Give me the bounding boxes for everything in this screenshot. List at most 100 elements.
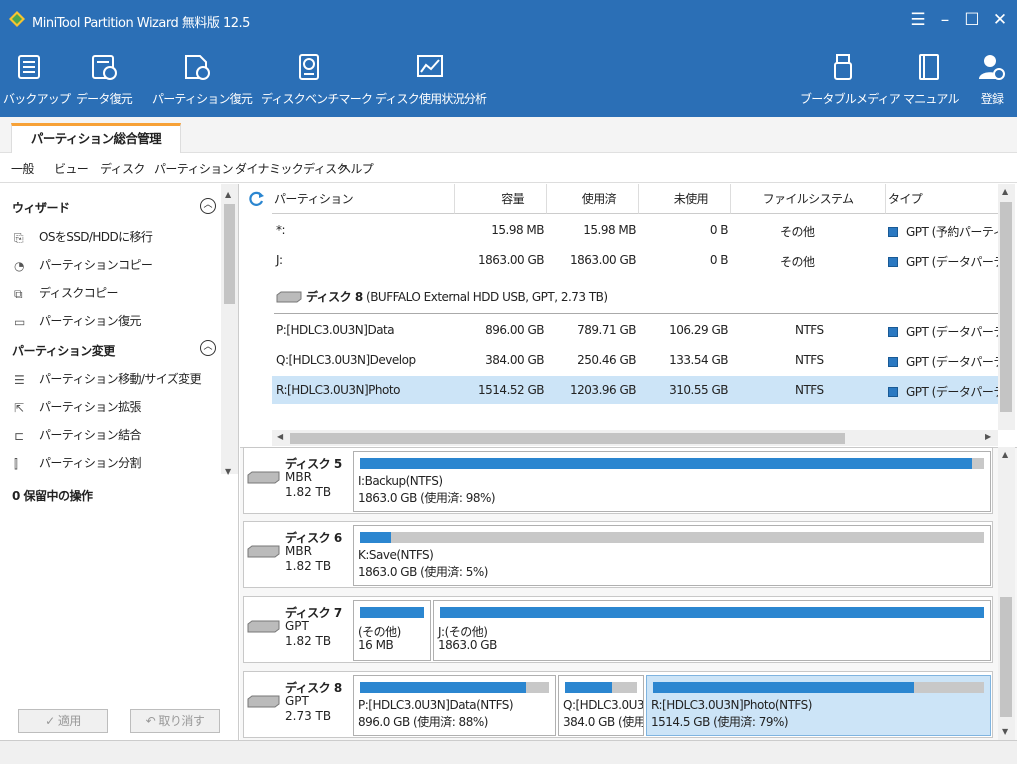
usage-bar bbox=[360, 532, 984, 543]
column-used[interactable]: 使用済 bbox=[547, 184, 639, 214]
usage-bar bbox=[653, 682, 984, 693]
space-analyzer-icon bbox=[417, 55, 443, 77]
sidebar-item-extend[interactable]: ⇱ パーティション拡張 bbox=[14, 398, 141, 415]
row-used: 1863.00 GB bbox=[570, 253, 636, 267]
backup-icon bbox=[18, 55, 40, 79]
menu-help[interactable]: ヘルプ bbox=[339, 160, 374, 177]
sidebar-item-partition-recovery[interactable]: ▭ パーティション復元 bbox=[14, 312, 141, 329]
disk-8-label[interactable]: ディスク 8 GPT 2.73 TB bbox=[244, 672, 353, 737]
sidebar-item-migrate-os[interactable]: ⎘ OSをSSD/HDDに移行 bbox=[14, 228, 153, 245]
table-row[interactable]: J: 1863.00 GB 1863.00 GB 0 B その他 GPT (デー… bbox=[272, 246, 1005, 274]
partition-label: I:Backup(NTFS) bbox=[358, 474, 443, 488]
collapse-wizard-icon[interactable]: ︿ bbox=[200, 198, 216, 214]
sidebar-item-label: OSをSSD/HDDに移行 bbox=[39, 230, 153, 244]
menu-general[interactable]: 一般 bbox=[11, 160, 34, 177]
partition-block[interactable]: (その他) 16 MB bbox=[353, 600, 431, 661]
disk-5-row[interactable]: ディスク 5 MBR 1.82 TB I:Backup(NTFS) 1863.0… bbox=[243, 447, 993, 514]
partition-detail: 16 MB bbox=[358, 638, 394, 652]
partition-change-section-title: パーティション変更 bbox=[12, 344, 115, 358]
collapse-partition-change-icon[interactable]: ︿ bbox=[200, 340, 216, 356]
menu-disk[interactable]: ディスク bbox=[100, 160, 145, 177]
tab-bar: パーティション総合管理 bbox=[0, 117, 1017, 154]
sidebar-item-copy-disk[interactable]: ⧉ ディスクコピー bbox=[14, 284, 119, 301]
manual-button[interactable]: マニュアル bbox=[903, 52, 959, 112]
bootable-media-button[interactable]: ブータブルメディア bbox=[800, 52, 901, 112]
row-filesystem: その他 bbox=[780, 225, 815, 239]
row-name: *: bbox=[276, 223, 286, 237]
menu-partition[interactable]: パーティション bbox=[154, 160, 234, 177]
copy-disk-icon: ⧉ bbox=[14, 286, 23, 301]
partition-block[interactable]: K:Save(NTFS) 1863.0 GB (使用済: 5%) bbox=[353, 525, 991, 586]
partition-block-selected[interactable]: R:[HDLC3.0U3N]Photo(NTFS) 1514.5 GB (使用済… bbox=[646, 675, 991, 736]
row-type: GPT (データパーテ bbox=[906, 385, 1005, 399]
column-partition[interactable]: パーティション bbox=[272, 184, 455, 214]
partition-block[interactable]: J:(その他) 1863.0 GB bbox=[433, 600, 991, 661]
disk-type: MBR bbox=[285, 544, 312, 558]
sidebar-item-split[interactable]: ⫿ パーティション分割 bbox=[14, 454, 141, 471]
column-filesystem[interactable]: ファイルシステム bbox=[731, 184, 886, 214]
row-capacity: 15.98 MB bbox=[491, 223, 544, 237]
disk-8-row[interactable]: ディスク 8 GPT 2.73 TB P:[HDLC3.0U3N]Data(NT… bbox=[243, 671, 993, 738]
apply-button[interactable]: ✓ 適用 bbox=[18, 709, 108, 733]
menu-dynamic-disk[interactable]: ダイナミックディスク bbox=[235, 160, 349, 177]
space-analyzer-button[interactable]: ディスク使用状況分析 bbox=[375, 52, 487, 112]
partition-recovery-button[interactable]: パーティション復元 bbox=[152, 52, 253, 112]
usage-bar bbox=[440, 607, 984, 618]
window-title: MiniTool Partition Wizard 無料版 12.5 bbox=[32, 16, 250, 31]
usage-bar bbox=[360, 607, 424, 618]
maximize-button[interactable]: ☐ bbox=[960, 8, 984, 32]
menu-icon[interactable]: ☰ bbox=[906, 8, 930, 32]
sidebar-scroll-thumb[interactable] bbox=[224, 204, 235, 304]
undo-button[interactable]: ↶ 取り消す bbox=[130, 709, 220, 733]
partition-block[interactable]: Q:[HDLC3.0U3 384.0 GB (使用 bbox=[558, 675, 644, 736]
partition-block[interactable]: I:Backup(NTFS) 1863.0 GB (使用済: 98%) bbox=[353, 451, 991, 512]
table-row[interactable]: P:[HDLC3.0U3N]Data 896.00 GB 789.71 GB 1… bbox=[272, 316, 1005, 344]
minimize-button[interactable]: – bbox=[933, 8, 957, 32]
partition-color-icon bbox=[888, 387, 898, 397]
disk-6-row[interactable]: ディスク 6 MBR 1.82 TB K:Save(NTFS) 1863.0 G… bbox=[243, 521, 993, 588]
refresh-icon[interactable] bbox=[247, 190, 265, 208]
backup-button[interactable]: バックアップ bbox=[3, 52, 71, 112]
partition-label: P:[HDLC3.0U3N]Data(NTFS) bbox=[358, 698, 514, 712]
sidebar-item-copy-partition[interactable]: ◔ パーティションコピー bbox=[14, 256, 153, 273]
row-filesystem: その他 bbox=[780, 255, 815, 269]
disk-7-row[interactable]: ディスク 7 GPT 1.82 TB (その他) 16 MB J:(その他) 1… bbox=[243, 596, 993, 663]
hdd-icon bbox=[247, 545, 280, 558]
table-hscroll-thumb[interactable] bbox=[290, 433, 845, 444]
column-capacity[interactable]: 容量 bbox=[455, 184, 547, 214]
sidebar-item-merge[interactable]: ⊏ パーティション結合 bbox=[14, 426, 141, 443]
app-logo-icon bbox=[9, 11, 25, 27]
row-capacity: 384.00 GB bbox=[485, 353, 544, 367]
disk-5-label[interactable]: ディスク 5 MBR 1.82 TB bbox=[244, 448, 353, 513]
disk-7-label[interactable]: ディスク 7 GPT 1.82 TB bbox=[244, 597, 353, 662]
table-row-selected[interactable]: R:[HDLC3.0U3N]Photo 1514.52 GB 1203.96 G… bbox=[272, 376, 1005, 404]
table-vertical-scrollbar[interactable]: ▲ bbox=[998, 184, 1015, 430]
table-row[interactable]: *: 15.98 MB 15.98 MB 0 B その他 GPT (予約パーティ bbox=[272, 216, 1005, 244]
menu-view[interactable]: ビュー bbox=[54, 160, 89, 177]
register-button[interactable]: 登録 bbox=[973, 52, 1011, 112]
table-row[interactable]: Q:[HDLC3.0U3N]Develop 384.00 GB 250.46 G… bbox=[272, 346, 1005, 374]
table-scroll-thumb[interactable] bbox=[1000, 202, 1012, 412]
diskmap-scroll-thumb[interactable] bbox=[1000, 597, 1012, 717]
tab-partition-management[interactable]: パーティション総合管理 bbox=[11, 123, 181, 154]
title-toolbar-area: MiniTool Partition Wizard 無料版 12.5 ☰ – ☐… bbox=[0, 0, 1017, 117]
close-button[interactable]: ✕ bbox=[988, 8, 1012, 32]
partition-color-icon bbox=[888, 327, 898, 337]
partition-label: Q:[HDLC3.0U3 bbox=[563, 698, 644, 712]
disk-benchmark-button[interactable]: ディスクベンチマーク bbox=[261, 52, 373, 112]
data-recovery-button[interactable]: データ復元 bbox=[74, 52, 134, 112]
sidebar-item-move-resize[interactable]: ☰ パーティション移動/サイズ変更 bbox=[14, 370, 202, 387]
usage-bar bbox=[360, 458, 984, 469]
table-horizontal-scrollbar[interactable]: ◀ ▶ bbox=[272, 430, 998, 446]
row-used: 1203.96 GB bbox=[570, 383, 636, 397]
row-capacity: 896.00 GB bbox=[485, 323, 544, 337]
sidebar-scrollbar[interactable]: ▲ ▼ bbox=[221, 184, 238, 476]
column-type[interactable]: タイプ bbox=[886, 184, 998, 214]
disk-group-header[interactable]: ディスク 8 (BUFFALO External HDD USB, GPT, 2… bbox=[274, 286, 998, 314]
diskmap-vertical-scrollbar[interactable]: ▲ ▼ bbox=[998, 447, 1015, 740]
disk-6-label[interactable]: ディスク 6 MBR 1.82 TB bbox=[244, 522, 353, 587]
column-unused[interactable]: 未使用 bbox=[639, 184, 731, 214]
partition-block[interactable]: P:[HDLC3.0U3N]Data(NTFS) 896.0 GB (使用済: … bbox=[353, 675, 556, 736]
data-recovery-label: データ復元 bbox=[75, 92, 133, 106]
data-recovery-icon bbox=[92, 55, 117, 80]
